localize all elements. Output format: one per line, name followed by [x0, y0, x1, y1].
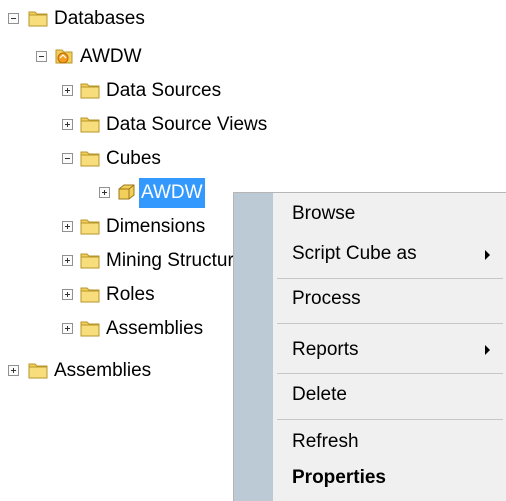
tree-node-label: Mining Structures: [106, 250, 254, 271]
folder-icon: [80, 151, 100, 167]
menu-item-process[interactable]: Process: [292, 284, 361, 314]
tree-node-assemblies-inner[interactable]: Assemblies: [0, 314, 240, 348]
expand-toggle[interactable]: [62, 289, 73, 300]
tree-node-data-source-views[interactable]: Data Source Views: [0, 110, 330, 144]
menu-item-script-cube-as[interactable]: Script Cube as: [292, 239, 417, 269]
folder-icon: [80, 219, 100, 235]
folder-icon: [28, 11, 48, 27]
collapse-toggle[interactable]: [62, 153, 73, 164]
collapse-toggle[interactable]: [8, 13, 19, 24]
tree-node-data-sources[interactable]: Data Sources: [0, 76, 280, 110]
tree-node-label: Cubes: [106, 148, 161, 169]
tree-node-cubes[interactable]: Cubes: [0, 144, 200, 178]
tree-node-label: Roles: [106, 284, 155, 305]
menu-item-reports[interactable]: Reports: [292, 335, 359, 365]
menu-icon-gutter: [234, 193, 273, 501]
folder-icon: [80, 117, 100, 133]
folder-icon: [80, 83, 100, 99]
menu-item-properties[interactable]: Properties: [292, 463, 386, 493]
tree-node-mining-structures[interactable]: Mining Structures: [0, 246, 254, 280]
tree-node-label: Data Sources: [106, 80, 222, 101]
expand-toggle[interactable]: [62, 323, 73, 334]
database-icon: [55, 49, 73, 64]
tree-node-label: AWDW: [139, 178, 205, 208]
tree-node-label: Dimensions: [106, 216, 206, 237]
menu-item-browse[interactable]: Browse: [292, 199, 355, 229]
submenu-arrow-icon: [485, 250, 490, 260]
expand-toggle[interactable]: [62, 255, 73, 266]
submenu-arrow-icon: [485, 345, 490, 355]
tree-node-dimensions[interactable]: Dimensions: [0, 212, 240, 246]
menu-item-refresh[interactable]: Refresh: [292, 427, 359, 457]
tree-node-label: Assemblies: [54, 360, 152, 381]
menu-separator: [277, 323, 503, 324]
menu-separator: [277, 278, 503, 279]
tree-node-databases[interactable]: Databases: [0, 4, 200, 38]
folder-icon: [80, 287, 100, 303]
menu-separator: [277, 419, 503, 420]
expand-toggle[interactable]: [8, 365, 19, 376]
tree-node-assemblies-outer[interactable]: Assemblies: [0, 356, 200, 390]
tree-node-awdw-cube[interactable]: AWDW: [0, 178, 240, 212]
folder-icon: [28, 363, 48, 379]
expand-toggle[interactable]: [99, 187, 110, 198]
tree-node-roles[interactable]: Roles: [0, 280, 200, 314]
expand-toggle[interactable]: [62, 221, 73, 232]
menu-separator: [277, 373, 503, 374]
folder-icon: [80, 253, 100, 269]
expand-toggle[interactable]: [62, 85, 73, 96]
context-menu: Browse Script Cube as Process Reports De…: [233, 192, 506, 501]
tree-node-label: AWDW: [80, 46, 142, 67]
expand-toggle[interactable]: [62, 119, 73, 130]
menu-item-delete[interactable]: Delete: [292, 380, 347, 410]
tree-node-label: Databases: [54, 8, 145, 29]
tree-node-awdw-database[interactable]: AWDW: [0, 42, 200, 76]
collapse-toggle[interactable]: [36, 51, 47, 62]
cube-icon: [118, 184, 135, 200]
tree-node-label: Data Source Views: [106, 114, 268, 135]
tree-node-label: Assemblies: [106, 318, 204, 339]
folder-icon: [80, 321, 100, 337]
